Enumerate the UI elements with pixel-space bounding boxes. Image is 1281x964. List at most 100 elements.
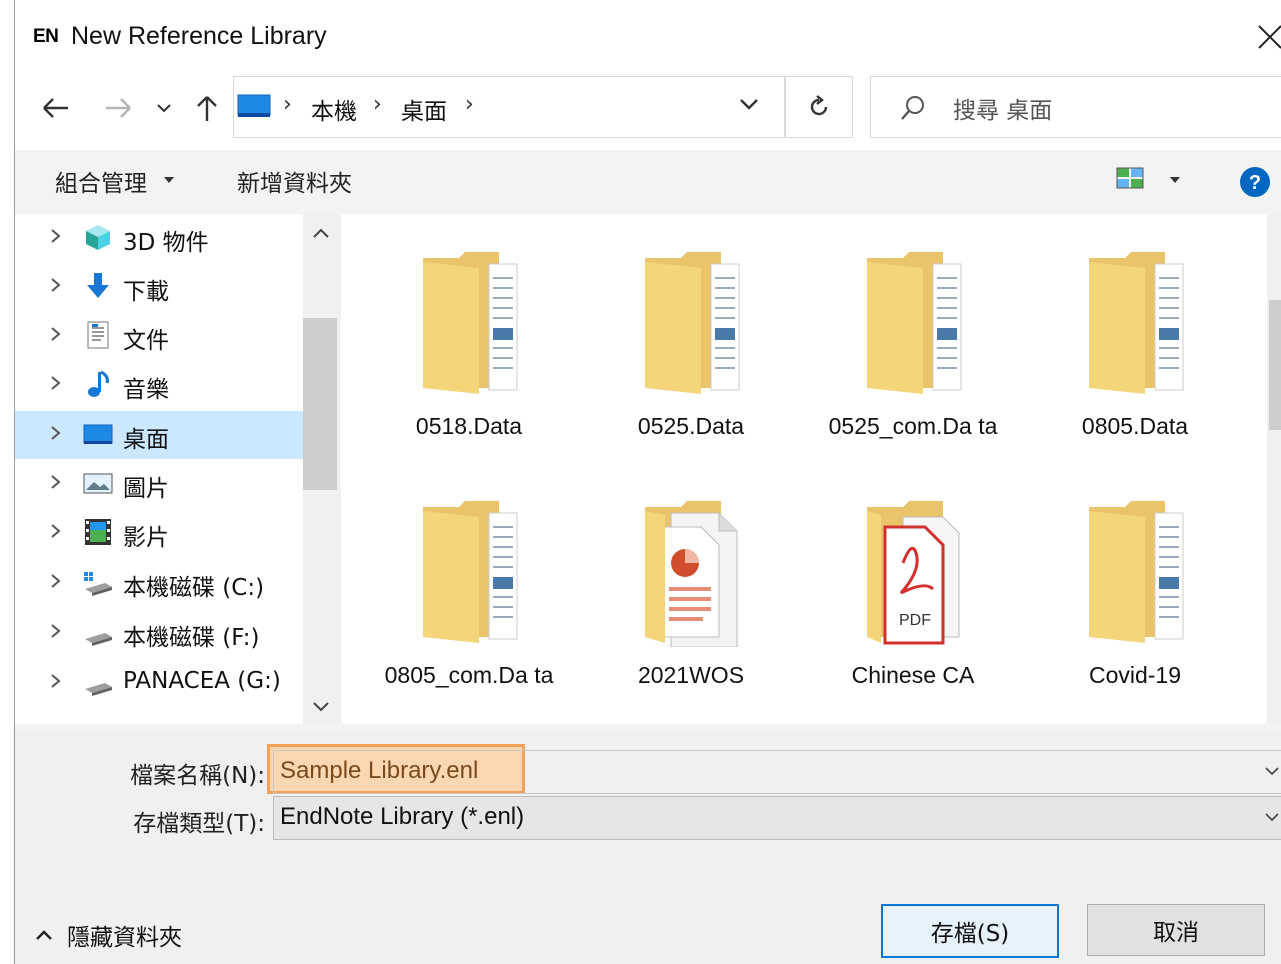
tree-item-label: 下載 <box>123 279 169 305</box>
file-name: 0525_com.Da ta <box>828 413 998 439</box>
file-name: Covid-19 <box>1088 662 1182 688</box>
back-button[interactable] <box>37 92 73 124</box>
up-button[interactable] <box>191 92 223 124</box>
file-list-scrollbar[interactable] <box>1267 214 1281 724</box>
breadcrumb-desktop[interactable]: 桌面 <box>401 92 447 126</box>
tree-item-label: 文件 <box>123 328 169 354</box>
recent-locations-button[interactable] <box>153 92 175 124</box>
folder-icon <box>1089 252 1184 394</box>
chevron-right-icon <box>51 524 61 538</box>
filename-input[interactable]: Sample Library.enl <box>273 750 1281 794</box>
window-title: New Reference Library <box>71 22 327 50</box>
tree-item-label: 3D 物件 <box>123 230 209 256</box>
chevron-right-icon <box>51 327 61 341</box>
tree-item-videos[interactable]: 影片 <box>15 509 303 557</box>
scroll-up-icon[interactable] <box>311 226 331 240</box>
file-item[interactable]: 0518.Data <box>369 238 569 478</box>
hide-folders-toggle[interactable]: 隱藏資料夾 <box>35 918 182 952</box>
tree-item-drive-g[interactable]: PANACEA (G:) <box>15 659 303 707</box>
refresh-button[interactable] <box>785 76 853 138</box>
file-item[interactable]: Covid-19 <box>1035 487 1235 727</box>
chevron-right-icon <box>51 475 61 489</box>
file-name: 0805_com.Da ta <box>384 662 554 688</box>
close-icon[interactable] <box>1255 22 1281 52</box>
new-folder-button[interactable]: 新增資料夾 <box>237 164 352 198</box>
search-icon <box>901 96 924 120</box>
folder-icon <box>645 252 740 394</box>
chevron-right-icon <box>51 376 61 390</box>
drive-c-icon <box>84 572 112 596</box>
folder-icon <box>1089 501 1184 643</box>
tree-item-desktop[interactable]: 桌面 <box>15 411 303 459</box>
file-name: 2021WOS <box>637 662 745 688</box>
arrow-up-icon <box>197 96 217 121</box>
scroll-down-icon[interactable] <box>311 700 331 714</box>
help-icon[interactable]: ? <box>1239 166 1271 198</box>
file-item[interactable]: 0805.Data <box>1035 238 1235 478</box>
arrow-right-icon <box>106 98 131 118</box>
filetype-select[interactable]: EndNote Library (*.enl) <box>273 796 1281 840</box>
chevron-right-icon <box>51 674 61 688</box>
chevron-right-icon <box>51 229 61 243</box>
desktop-icon <box>237 94 271 117</box>
chevron-right-icon <box>51 574 61 588</box>
organize-menu-button[interactable]: 組合管理 <box>55 164 147 198</box>
file-item[interactable]: 2021WOS <box>591 487 791 727</box>
tree-scrollbar-thumb[interactable] <box>303 318 337 490</box>
chevron-right-icon <box>51 624 61 638</box>
tree-item-label: PANACEA (G:) <box>123 668 281 694</box>
tree-item-3d-objects[interactable]: 3D 物件 <box>15 214 303 262</box>
tree-item-downloads[interactable]: 下載 <box>15 263 303 311</box>
file-list: 0518.Data 0525.Data 0525_com.Da ta 0805.… <box>341 214 1267 724</box>
navigation-pane: 3D 物件 下載 文件 音樂 桌面 圖片 影片 本機磁碟 (C:) 本機磁碟 (… <box>15 214 303 724</box>
tree-item-label: 本機磁碟 (C:) <box>123 575 265 601</box>
drive-icon <box>85 633 112 646</box>
tree-item-pictures[interactable]: 圖片 <box>15 460 303 508</box>
tree-item-drive-f[interactable]: 本機磁碟 (F:) <box>15 609 303 657</box>
documents-icon <box>87 321 109 349</box>
pictures-icon <box>83 473 113 494</box>
command-bar <box>15 150 1281 214</box>
breadcrumb-this-pc[interactable]: 本機 <box>311 92 357 126</box>
view-options-button[interactable] <box>1115 166 1149 196</box>
file-item[interactable]: PDF Chinese CA <box>813 487 1013 727</box>
refresh-icon <box>810 95 828 116</box>
file-list-scrollbar-thumb[interactable] <box>1269 300 1281 430</box>
tree-item-label: 音樂 <box>123 377 169 403</box>
chevron-right-icon <box>51 426 61 440</box>
tree-item-music[interactable]: 音樂 <box>15 361 303 409</box>
arrow-left-icon <box>43 98 68 118</box>
tree-item-drive-c[interactable]: 本機磁碟 (C:) <box>15 559 303 607</box>
address-dropdown-button[interactable] <box>739 96 759 115</box>
tree-item-label: 圖片 <box>123 476 169 502</box>
chevron-up-icon <box>36 930 52 940</box>
folder-icon <box>867 252 962 394</box>
file-name: 0525.Data <box>637 413 745 439</box>
drive-icon <box>85 683 112 696</box>
search-placeholder: 搜尋 桌面 <box>953 98 1053 124</box>
chevron-down-icon <box>1265 813 1279 822</box>
folder-icon <box>423 252 518 394</box>
chevron-down-icon <box>740 99 758 110</box>
file-item[interactable]: 0525.Data <box>591 238 791 478</box>
save-button[interactable]: 存檔(S) <box>881 904 1059 958</box>
folder-icon <box>423 501 518 643</box>
filename-value: Sample Library.enl <box>280 757 479 784</box>
breadcrumb-separator: › <box>465 92 474 117</box>
file-item[interactable]: 0805_com.Da ta <box>369 487 569 727</box>
3d-objects-icon <box>86 225 110 250</box>
file-name: 0518.Data <box>415 413 523 439</box>
file-name: Chinese CA <box>851 662 975 688</box>
forward-button[interactable] <box>101 92 137 124</box>
caret-down-icon[interactable] <box>1169 176 1181 184</box>
file-item[interactable]: 0525_com.Da ta <box>813 238 1013 478</box>
title-bar: EN New Reference Library <box>15 0 1281 76</box>
cancel-button[interactable]: 取消 <box>1087 904 1265 956</box>
chevron-down-icon[interactable] <box>1264 765 1280 777</box>
caret-down-icon <box>164 177 174 183</box>
tree-item-documents[interactable]: 文件 <box>15 312 303 360</box>
chevron-right-icon <box>51 278 61 292</box>
search-box[interactable] <box>870 76 1281 138</box>
download-icon <box>87 273 109 298</box>
tree-item-label: 影片 <box>123 525 169 551</box>
